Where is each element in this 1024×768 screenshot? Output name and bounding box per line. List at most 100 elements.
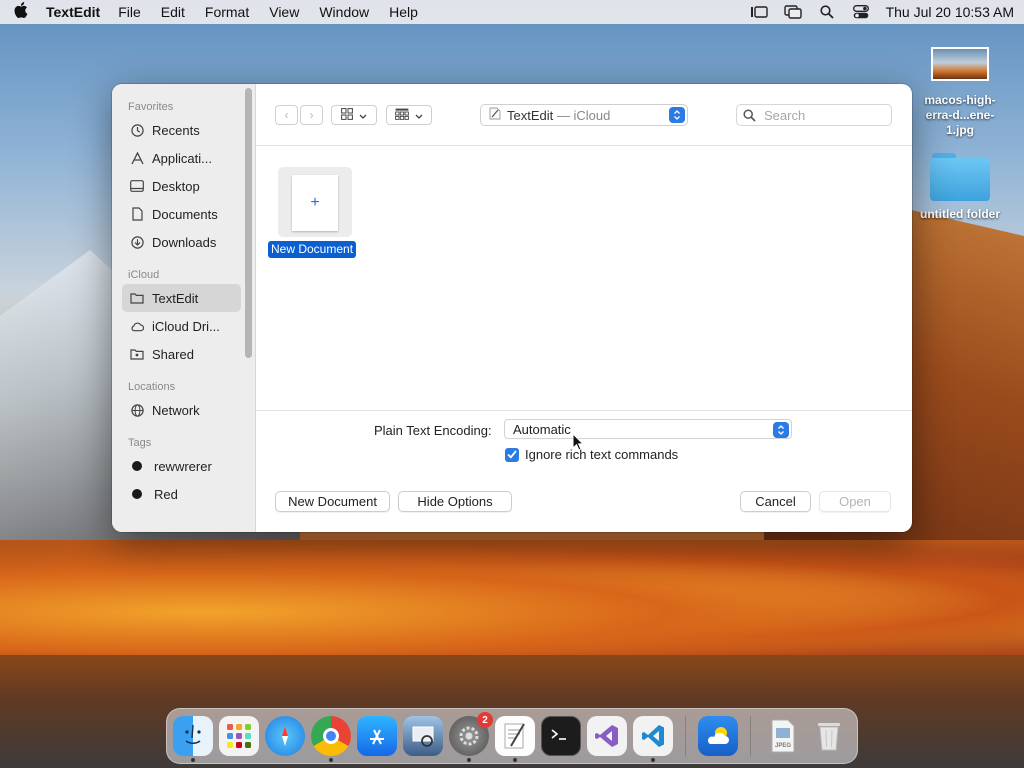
preview-icon[interactable] xyxy=(403,716,443,756)
trash-icon[interactable] xyxy=(809,716,849,756)
running-indicator xyxy=(329,758,333,762)
back-button[interactable]: ‹ xyxy=(275,105,298,125)
location-popup[interactable]: TextEdit — iCloud xyxy=(480,104,688,126)
menu-help[interactable]: Help xyxy=(389,4,418,20)
options-panel: Plain Text Encoding: Automatic Ignore ri… xyxy=(256,410,912,532)
chrome-icon[interactable] xyxy=(311,716,351,762)
desktop-folder[interactable]: untitled folder xyxy=(912,153,1008,221)
app-store-icon[interactable] xyxy=(357,716,397,756)
new-document-button[interactable]: New Document xyxy=(275,491,390,512)
chevron-down-icon xyxy=(415,108,423,123)
sidebar-item-documents[interactable]: Documents xyxy=(122,200,241,228)
sidebar-item-textedit[interactable]: TextEdit xyxy=(122,284,241,312)
menu-view[interactable]: View xyxy=(269,4,299,20)
nav-buttons: ‹ › xyxy=(275,105,323,125)
cancel-button[interactable]: Cancel xyxy=(740,491,811,512)
chevron-down-icon xyxy=(359,108,367,123)
sidebar-item-network[interactable]: Network xyxy=(122,396,241,424)
sidebar-item-shared[interactable]: Shared xyxy=(122,340,241,368)
dialog-content: ‹ › TextEdit — iCloud Search + New Docum… xyxy=(256,84,912,532)
clock-icon xyxy=(130,123,144,137)
finder-icon[interactable] xyxy=(173,716,213,762)
encoding-popup[interactable]: Automatic xyxy=(504,419,792,439)
spotlight-search-icon[interactable] xyxy=(818,5,836,19)
applications-icon xyxy=(130,151,144,165)
sidebar-item-label: Downloads xyxy=(152,234,217,250)
icon-view-button[interactable] xyxy=(331,105,377,125)
popup-stepper-icon xyxy=(669,107,685,123)
visual-studio-icon[interactable] xyxy=(587,716,627,756)
running-indicator xyxy=(651,758,655,762)
running-indicator xyxy=(191,758,195,762)
hide-options-button[interactable]: Hide Options xyxy=(398,491,512,512)
chevron-left-icon: ‹ xyxy=(284,108,289,122)
folder-icon xyxy=(130,291,144,305)
tags-header: Tags xyxy=(128,437,152,449)
new-document-tile[interactable]: + xyxy=(278,167,352,237)
desktop-image-file[interactable]: macos-high- erra-d...ene-1.jpg xyxy=(912,47,1008,138)
launchpad-icon[interactable] xyxy=(219,716,259,756)
sidebar-item-label: Desktop xyxy=(152,178,200,194)
app-name-menu[interactable]: TextEdit xyxy=(46,4,100,20)
ignore-rich-text-checkbox[interactable] xyxy=(505,447,519,462)
forward-button[interactable]: › xyxy=(300,105,323,125)
sidebar-item-applications[interactable]: Applicati... xyxy=(122,144,241,172)
menu-format[interactable]: Format xyxy=(205,4,249,20)
group-button[interactable] xyxy=(386,105,432,125)
favorites-header: Favorites xyxy=(128,101,174,113)
folder-icon xyxy=(930,153,990,201)
sidebar-item-recents[interactable]: Recents xyxy=(122,116,241,144)
sidebar-item-downloads[interactable]: Downloads xyxy=(122,228,241,256)
dock-separator xyxy=(685,716,686,756)
new-document-page-icon: + xyxy=(292,175,338,231)
menu-clock[interactable]: Thu Jul 20 10:53 AM xyxy=(886,4,1014,20)
ignore-rich-text-label: Ignore rich text commands xyxy=(525,447,679,462)
sidebar-item-label: Recents xyxy=(152,122,200,138)
jpeg-file-icon[interactable]: JPEG xyxy=(763,716,803,756)
system-settings-icon[interactable]: 2 xyxy=(449,712,493,762)
menu-window[interactable]: Window xyxy=(319,4,369,20)
menu-file[interactable]: File xyxy=(118,4,141,20)
location-place: iCloud xyxy=(573,107,611,123)
sidebar-item-tag-rewwrerer[interactable]: rewwrerer xyxy=(122,452,241,480)
control-center-icon[interactable] xyxy=(852,5,870,19)
open-button[interactable]: Open xyxy=(819,491,891,512)
search-icon xyxy=(743,108,756,122)
reading-list-icon[interactable] xyxy=(750,5,768,19)
popup-stepper-icon xyxy=(773,422,789,438)
download-icon xyxy=(130,235,144,249)
dock: 2 JPEG xyxy=(166,708,858,764)
screen-mirroring-icon[interactable] xyxy=(783,5,802,19)
location-app: TextEdit xyxy=(507,107,554,123)
sidebar-item-desktop[interactable]: Desktop xyxy=(122,172,241,200)
shared-folder-icon xyxy=(130,347,144,361)
wallpaper-trees xyxy=(0,540,1024,660)
cloud-icon xyxy=(130,319,144,333)
menu-edit[interactable]: Edit xyxy=(161,4,185,20)
icloud-header: iCloud xyxy=(128,269,160,281)
menu-bar: TextEdit File Edit Format View Window He… xyxy=(0,0,1024,24)
location-separator: — xyxy=(553,107,574,123)
ignore-rich-text-row[interactable]: Ignore rich text commands xyxy=(505,447,678,462)
sidebar-item-icloud-drive[interactable]: iCloud Dri... xyxy=(122,312,241,340)
search-field[interactable]: Search xyxy=(736,104,892,126)
sidebar-item-label: Applicati... xyxy=(152,150,212,166)
textedit-icon[interactable] xyxy=(495,716,535,762)
file-browser-area[interactable]: + xyxy=(256,146,912,410)
textedit-doc-icon xyxy=(489,107,501,123)
vscode-icon[interactable] xyxy=(633,716,673,762)
sidebar-item-label: Documents xyxy=(152,206,218,222)
new-document-label[interactable]: New Document xyxy=(268,241,357,258)
terminal-icon[interactable] xyxy=(541,716,581,756)
sidebar-item-label: iCloud Dri... xyxy=(152,318,220,334)
sidebar-scrollbar[interactable] xyxy=(245,88,252,358)
apple-menu-icon[interactable] xyxy=(10,1,32,23)
sidebar-item-tag-red[interactable]: Red xyxy=(122,480,241,508)
sidebar-item-label: Network xyxy=(152,402,200,418)
desktop-folder-label: untitled folder xyxy=(920,207,1000,221)
sidebar-item-label: rewwrerer xyxy=(154,458,212,474)
weather-icon[interactable] xyxy=(698,716,738,756)
safari-icon[interactable] xyxy=(265,716,305,756)
grid-icon xyxy=(341,107,353,123)
mouse-cursor-icon xyxy=(572,433,584,451)
